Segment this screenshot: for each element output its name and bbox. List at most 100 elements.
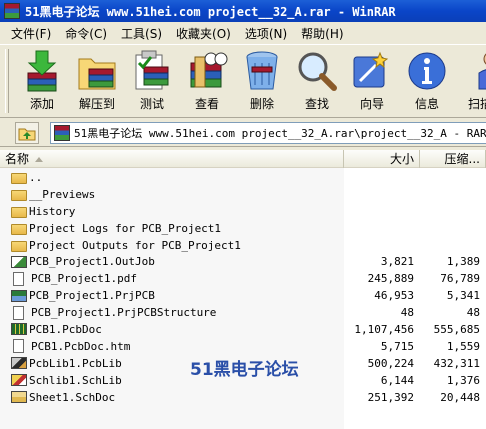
pcblib-file-icon [11, 357, 27, 370]
list-item[interactable]: Project Logs for PCB_Project1 [0, 220, 486, 237]
file-name: PCB1.PcbDoc [29, 322, 102, 336]
address-path: 51黑电子论坛 www.51hei.com project__32_A.rar\… [74, 127, 486, 140]
file-list[interactable]: 名称 大小 压缩... .. __Previews History Projec… [0, 150, 486, 429]
list-header: 名称 大小 压缩... [0, 150, 486, 168]
up-folder-button[interactable] [15, 122, 39, 144]
folder-icon [11, 189, 27, 201]
file-size: 6,144 [380, 373, 414, 387]
file-size: 3,821 [380, 255, 414, 269]
file-name: PcbLib1.PcbLib [29, 356, 122, 370]
extract-to-label: 解压到 [78, 97, 115, 111]
list-item[interactable]: PCB1.PcbDoc 1,107,456 555,685 [0, 321, 486, 338]
menu-commands[interactable]: 命令(C) [58, 25, 114, 42]
list-item[interactable]: PCB_Project1.PrjPCBStructure 48 48 [0, 304, 486, 321]
prjpcb-file-icon [11, 289, 27, 302]
column-name-label: 名称 [5, 152, 30, 166]
file-packed: 1,559 [446, 339, 480, 353]
add-label: 添加 [29, 97, 54, 111]
folder-up-icon [18, 128, 36, 141]
view-button[interactable]: 查看 [177, 47, 237, 117]
file-size: 1,107,456 [354, 322, 414, 336]
file-name: PCB1.PcbDoc.htm [31, 339, 131, 353]
file-packed: 555,685 [433, 322, 480, 336]
list-item[interactable]: .. [0, 169, 486, 186]
file-size: 251,392 [367, 390, 414, 404]
file-size: 245,889 [367, 272, 414, 286]
menu-file[interactable]: 文件(F) [4, 25, 58, 42]
extract-to-icon [75, 49, 119, 93]
toolbar: 添加 解压到 测试 查看 删除 查找 向导 信息 扫 [0, 44, 486, 118]
list-item[interactable]: __Previews [0, 186, 486, 203]
column-header-size[interactable]: 大小 [344, 150, 420, 168]
menu-help[interactable]: 帮助(H) [294, 25, 350, 42]
archive-icon [54, 125, 70, 141]
column-header-name[interactable]: 名称 [0, 150, 344, 168]
menu-favorites[interactable]: 收藏夹(O) [169, 25, 238, 42]
add-archive-icon [20, 49, 64, 93]
scan-icon [466, 49, 486, 93]
menu-options[interactable]: 选项(N) [238, 25, 294, 42]
info-icon [405, 49, 449, 93]
file-size: 46,953 [374, 289, 414, 303]
view-label: 查看 [194, 97, 219, 111]
file-name: Project Outputs for PCB_Project1 [29, 238, 241, 252]
list-item[interactable]: Sheet1.SchDoc 251,392 20,448 [0, 389, 486, 406]
file-name: __Previews [29, 187, 96, 201]
column-header-packed[interactable]: 压缩... [420, 150, 486, 168]
find-button[interactable]: 查找 [287, 47, 347, 117]
file-name: Project Logs for PCB_Project1 [29, 221, 222, 235]
file-name: Sheet1.SchDoc [29, 390, 116, 404]
test-label: 测试 [139, 97, 164, 111]
winrar-icon [4, 3, 20, 19]
folder-icon [11, 240, 27, 252]
list-item[interactable]: PCB1.PcbDoc.htm 5,715 1,559 [0, 338, 486, 355]
list-item[interactable]: PCB_Project1.pdf 245,889 76,789 [0, 270, 486, 287]
scan-label: 扫描 [468, 97, 486, 111]
file-name: PCB_Project1.OutJob [29, 255, 155, 269]
outjob-file-icon [11, 255, 27, 268]
find-icon [295, 49, 339, 93]
document-icon [13, 305, 24, 320]
file-packed: 1,376 [446, 373, 480, 387]
sort-ascending-icon [35, 156, 44, 162]
file-packed: 5,341 [446, 289, 480, 303]
test-button[interactable]: 测试 [122, 47, 182, 117]
folder-icon [11, 172, 27, 184]
document-icon [13, 339, 24, 354]
delete-icon [240, 49, 284, 93]
file-packed: 1,389 [446, 255, 480, 269]
info-label: 信息 [414, 97, 439, 111]
wizard-button[interactable]: 向导 [342, 47, 402, 117]
folder-icon [11, 206, 27, 218]
add-button[interactable]: 添加 [12, 47, 72, 117]
address-bar: 51黑电子论坛 www.51hei.com project__32_A.rar\… [0, 119, 486, 147]
view-icon [185, 49, 229, 93]
file-name: .. [29, 170, 43, 184]
extract-to-button[interactable]: 解压到 [67, 47, 127, 117]
schlib-file-icon [11, 374, 27, 387]
file-name: History [29, 204, 76, 218]
menu-tools[interactable]: 工具(S) [114, 25, 169, 42]
info-button[interactable]: 信息 [397, 47, 457, 117]
list-item[interactable]: PCB_Project1.PrjPCB 46,953 5,341 [0, 287, 486, 304]
delete-label: 删除 [249, 97, 274, 111]
list-item[interactable]: PCB_Project1.OutJob 3,821 1,389 [0, 253, 486, 270]
address-field[interactable]: 51黑电子论坛 www.51hei.com project__32_A.rar\… [50, 122, 486, 144]
toolbar-grip[interactable] [5, 49, 9, 113]
scan-button[interactable]: 扫描 [452, 47, 486, 117]
file-size: 48 [400, 306, 414, 320]
menu-bar: 文件(F) 命令(C) 工具(S) 收藏夹(O) 选项(N) 帮助(H) [0, 22, 486, 44]
test-icon [130, 49, 174, 93]
list-item[interactable]: History [0, 203, 486, 220]
file-name: PCB_Project1.PrjPCBStructure [31, 306, 217, 320]
title-bar: 51黑电子论坛 www.51hei.com project__32_A.rar … [0, 0, 486, 22]
file-size: 5,715 [380, 339, 414, 353]
file-name: Schlib1.SchLib [29, 373, 122, 387]
list-item[interactable]: Project Outputs for PCB_Project1 [0, 237, 486, 254]
delete-button[interactable]: 删除 [232, 47, 292, 117]
folder-icon [11, 223, 27, 235]
wizard-icon [350, 49, 394, 93]
window-title: 51黑电子论坛 www.51hei.com project__32_A.rar … [25, 4, 396, 19]
file-packed: 76,789 [440, 272, 480, 286]
schdoc-file-icon [11, 391, 27, 404]
